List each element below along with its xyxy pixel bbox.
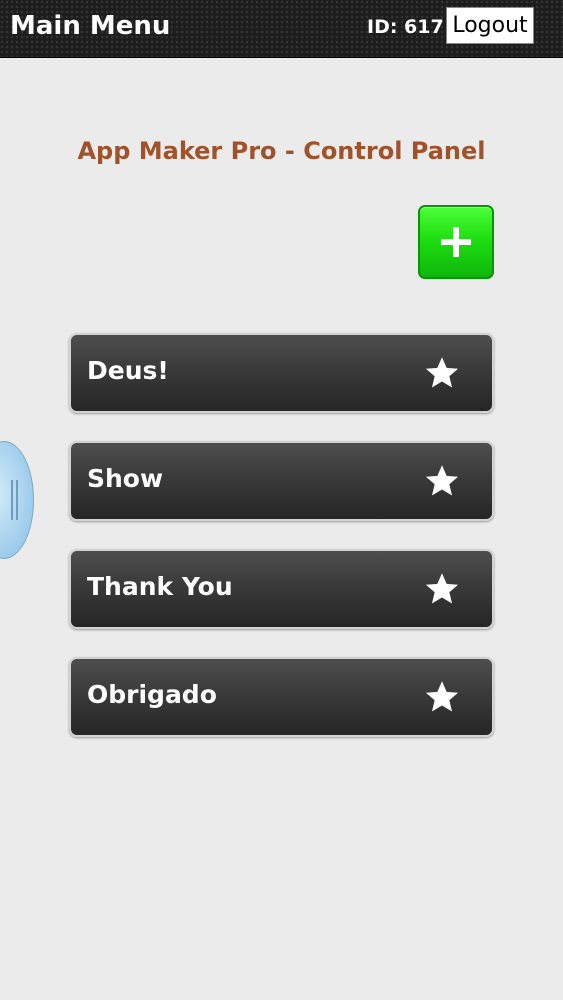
list-item-label: Show xyxy=(87,464,164,493)
grip-icon xyxy=(11,480,19,520)
control-panel-title: App Maker Pro - Control Panel xyxy=(77,137,486,165)
list-item[interactable]: Deus! xyxy=(69,333,494,413)
list-item-label: Obrigado xyxy=(87,680,217,709)
star-icon[interactable] xyxy=(424,463,460,499)
side-drawer-handle[interactable] xyxy=(0,441,34,559)
plus-icon xyxy=(441,227,471,257)
page-title: Main Menu xyxy=(10,11,171,41)
star-icon[interactable] xyxy=(424,571,460,607)
item-list: Deus! Show Thank You Obrigado xyxy=(69,333,494,765)
star-icon[interactable] xyxy=(424,355,460,391)
top-bar: Main Menu ID: 617 Logout xyxy=(0,0,563,58)
list-item[interactable]: Obrigado xyxy=(69,657,494,737)
user-id-label: ID: 617 xyxy=(367,16,444,38)
star-icon[interactable] xyxy=(424,679,460,715)
add-item-button[interactable] xyxy=(418,205,494,279)
logout-button[interactable]: Logout xyxy=(446,7,534,44)
list-item[interactable]: Thank You xyxy=(69,549,494,629)
list-item-label: Thank You xyxy=(87,572,233,601)
list-item[interactable]: Show xyxy=(69,441,494,521)
list-item-label: Deus! xyxy=(87,356,169,385)
